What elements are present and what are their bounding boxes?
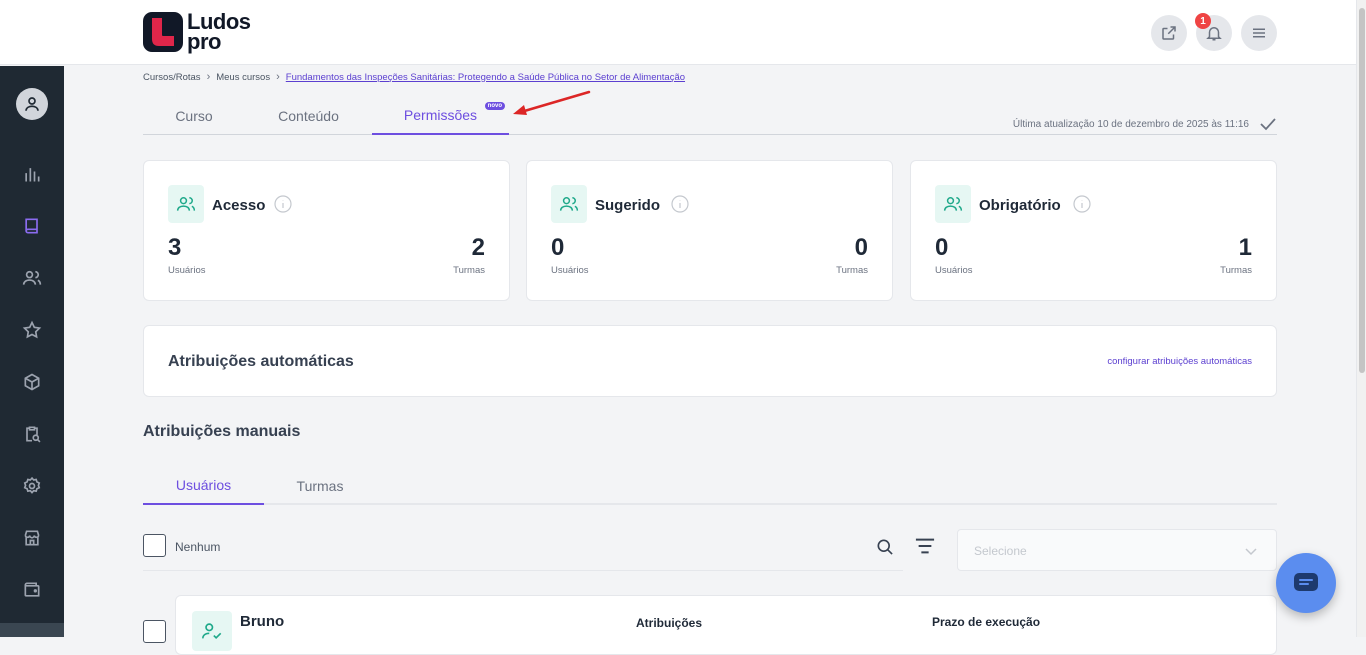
users-icon [935, 185, 971, 223]
annotation-arrow-icon [513, 90, 591, 115]
stat-title: Obrigatório [979, 197, 1061, 214]
tab-conteudo[interactable]: Conteúdo [245, 97, 372, 135]
row-checkbox[interactable] [143, 620, 166, 643]
chat-icon [1294, 573, 1318, 591]
star-icon [22, 320, 42, 339]
info-icon[interactable] [1073, 195, 1091, 213]
clipboard-search-icon [26, 426, 41, 443]
user-icon [25, 97, 39, 111]
top-bar: Ludos pro 1 [0, 0, 1356, 65]
sidebar-item-reports[interactable] [20, 162, 44, 186]
stat-users-label: Usuários [168, 265, 206, 276]
stat-card-obrigatorio: Obrigatório 0 Usuários 1 Turmas [910, 160, 1277, 301]
avatar[interactable] [16, 88, 48, 120]
breadcrumb-my-courses-link[interactable]: Meus cursos [216, 72, 270, 83]
row-deadline-header: Prazo de execução [932, 615, 1041, 629]
stat-title: Acesso [212, 197, 266, 214]
row-user-name: Bruno [240, 613, 285, 630]
auto-assignments-card: Atribuições automáticas configurar atrib… [143, 325, 1277, 397]
sidebar-item-packages[interactable] [20, 370, 44, 394]
stat-users-count: 0 [935, 234, 949, 261]
notification-badge: 1 [1195, 13, 1211, 29]
sidebar-item-store[interactable] [20, 526, 44, 550]
sidebar-item-users[interactable] [20, 266, 44, 290]
tab-curso[interactable]: Curso [143, 97, 245, 135]
bar-chart-icon [25, 168, 40, 182]
info-icon[interactable] [274, 195, 292, 213]
breadcrumb-current-course[interactable]: Fundamentos das Inspeções Sanitárias: Pr… [286, 72, 685, 83]
gear-icon [23, 476, 41, 494]
stat-users-count: 0 [551, 234, 565, 261]
last-update-text: Última atualização 10 de dezembro de 202… [1012, 118, 1249, 130]
page-scrollbar[interactable] [1356, 0, 1366, 637]
external-link-icon [1162, 26, 1176, 40]
menu-button[interactable] [1241, 15, 1277, 51]
select-placeholder: Selecione [974, 544, 1027, 558]
stat-groups-label: Turmas [453, 265, 485, 276]
sidebar-item-courses[interactable] [20, 214, 44, 238]
scroll-thumb[interactable] [1359, 8, 1365, 373]
stat-users-count: 3 [168, 234, 182, 261]
manual-assignments-tabs: Usuários Turmas [143, 467, 1277, 505]
user-check-icon [192, 611, 232, 651]
new-badge: novo [484, 102, 505, 110]
sidebar-item-wallet[interactable] [20, 578, 44, 602]
logo-text: Ludos pro [187, 9, 251, 54]
breadcrumb-courses-link[interactable]: Cursos/Rotas [143, 72, 201, 83]
sidebar-item-favorites[interactable] [20, 318, 44, 342]
select-all-checkbox[interactable] [143, 534, 166, 557]
logo-mark-icon [143, 12, 183, 52]
chevron-down-icon [1245, 548, 1257, 556]
last-update: Última atualização 10 de dezembro de 202… [1013, 117, 1277, 131]
book-icon [25, 218, 38, 234]
filter-icon[interactable] [914, 536, 936, 556]
wallet-icon [24, 582, 40, 597]
stat-users-label: Usuários [935, 265, 973, 276]
stat-card-acesso: Acesso 3 Usuários 2 Turmas [143, 160, 510, 301]
stat-card-sugerido: Sugerido 0 Usuários 0 Turmas [526, 160, 893, 301]
sidebar-item-settings[interactable] [20, 474, 44, 498]
sidebar [0, 66, 64, 637]
stat-users-label: Usuários [551, 265, 589, 276]
tab-turmas[interactable]: Turmas [264, 467, 376, 505]
tab-usuarios[interactable]: Usuários [143, 467, 264, 505]
stat-groups-count: 1 [1238, 234, 1252, 261]
breadcrumb: Cursos/Rotas › Meus cursos › Fundamentos… [143, 71, 685, 83]
configure-auto-assignments-link[interactable]: configurar atribuições automáticas [1107, 356, 1252, 367]
search-icon[interactable] [875, 537, 895, 557]
open-external-button[interactable] [1151, 15, 1187, 51]
sidebar-item-audit[interactable] [20, 422, 44, 446]
table-row[interactable]: Bruno Atribuições Prazo de execução [175, 595, 1277, 655]
notifications-button[interactable]: 1 [1195, 13, 1232, 51]
check-icon [1260, 118, 1276, 131]
filter-row: Nenhum [143, 530, 903, 571]
assignment-type-select[interactable]: Selecione [957, 529, 1277, 571]
auto-assignments-title: Atribuições automáticas [168, 353, 354, 370]
users-icon [168, 185, 204, 223]
row-assignments-header: Atribuições [636, 616, 703, 630]
stat-title: Sugerido [595, 197, 661, 214]
stat-groups-count: 0 [854, 234, 868, 261]
tab-permissoes[interactable]: Permissões novo [372, 97, 509, 135]
store-icon [24, 530, 40, 546]
chevron-right-icon: › [206, 71, 211, 83]
hamburger-icon [1253, 28, 1265, 38]
chat-button[interactable] [1276, 553, 1336, 613]
chevron-right-icon: › [276, 71, 280, 83]
users-icon [551, 185, 587, 223]
info-icon[interactable] [671, 195, 689, 213]
stat-groups-count: 2 [471, 234, 485, 261]
stat-groups-label: Turmas [1220, 265, 1252, 276]
users-icon [22, 270, 42, 285]
stat-groups-label: Turmas [836, 265, 868, 276]
top-actions: 1 [1151, 13, 1277, 51]
manual-assignments-title: Atribuições manuais [143, 423, 301, 440]
select-all-label: Nenhum [175, 540, 221, 554]
sidebar-bottom-item[interactable] [0, 623, 64, 637]
box-icon [24, 373, 40, 391]
ludos-pro-logo[interactable]: Ludos pro [143, 9, 251, 54]
